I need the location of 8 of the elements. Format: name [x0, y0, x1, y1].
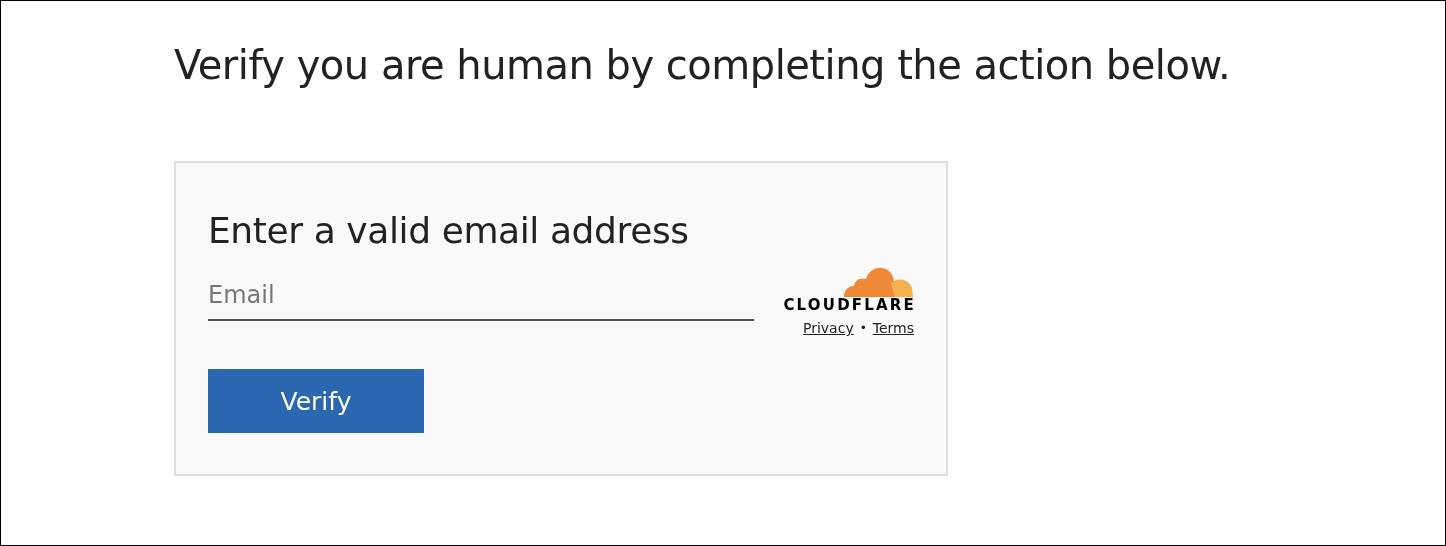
privacy-link[interactable]: Privacy: [803, 320, 854, 336]
email-field[interactable]: Email: [208, 271, 754, 321]
verify-button[interactable]: Verify: [208, 369, 424, 433]
card-title: Enter a valid email address: [208, 209, 690, 253]
separator-dot: •: [859, 321, 867, 335]
page-heading: Verify you are human by completing the action below.: [174, 41, 1232, 90]
brand-wordmark: CLOUDFLARE: [783, 296, 916, 314]
terms-link[interactable]: Terms: [872, 320, 914, 336]
